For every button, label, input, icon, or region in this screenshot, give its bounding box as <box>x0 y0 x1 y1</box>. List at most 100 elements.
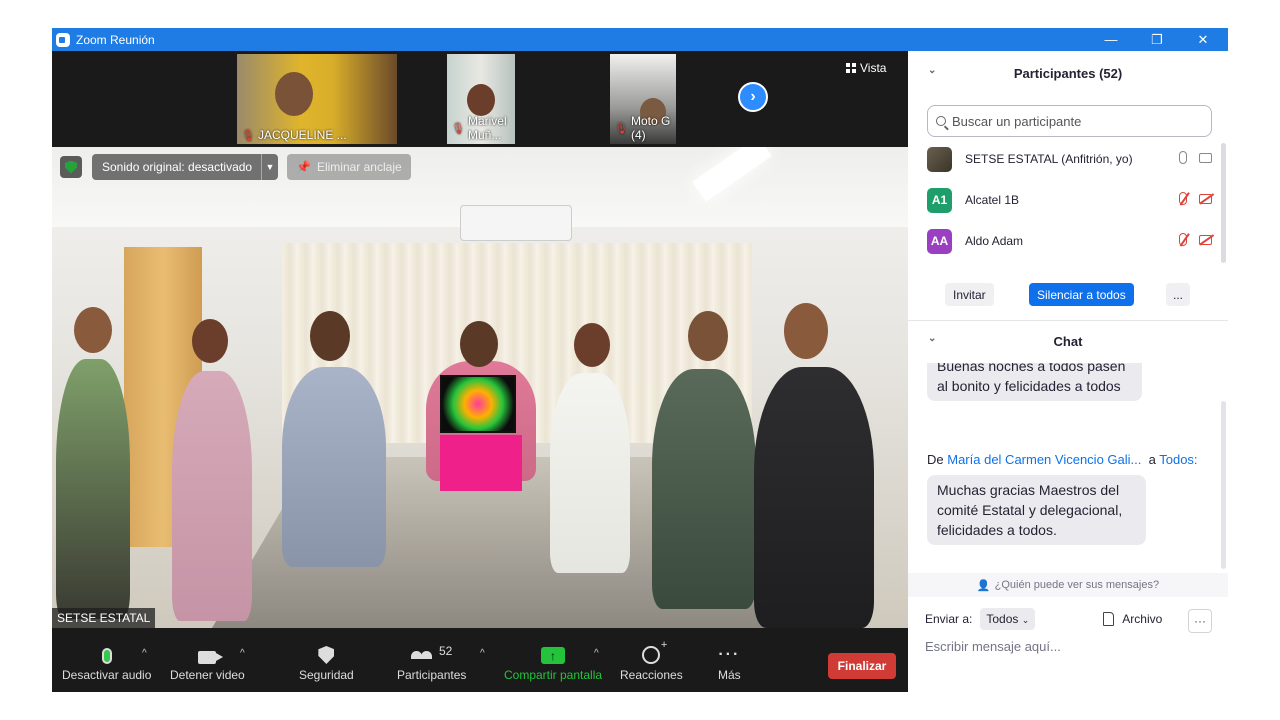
chat-message-input[interactable]: Escribir mensaje aquí... <box>925 639 1205 654</box>
microphone-icon[interactable] <box>1179 151 1187 164</box>
chat-header: ⌄ Chat <box>908 321 1228 361</box>
thumbnail-video[interactable]: 🎙 JACQUELINE ... <box>237 54 397 144</box>
participant-name: Aldo Adam <box>965 234 1024 248</box>
muted-mic-icon: 🎙 <box>241 129 255 142</box>
file-icon <box>1103 612 1115 626</box>
person-head <box>192 319 228 363</box>
recipient-dropdown[interactable]: Todos ⌄ <box>980 608 1036 630</box>
chat-messages: Buenas noches a todos pasen al bonito y … <box>908 363 1228 571</box>
thumbnail-name: 🎙 Moto G (4) <box>614 114 671 142</box>
send-to-label: Enviar a: <box>925 612 973 626</box>
next-page-arrow-icon[interactable]: › <box>738 82 768 112</box>
mute-audio-button[interactable]: Desactivar audio <box>62 638 151 682</box>
chat-more-button[interactable]: ··· <box>1188 609 1212 633</box>
video-area: 🎙 JACQUELINE ... 🎙 Marivel Muñ... 🎙 Moto G … <box>52 51 908 628</box>
restore-button[interactable]: ❐ <box>1134 28 1180 51</box>
person <box>282 367 386 567</box>
gift-bag <box>440 435 522 491</box>
view-button[interactable]: Vista <box>846 61 886 75</box>
microphone-icon <box>101 648 112 664</box>
person <box>56 359 130 619</box>
search-icon <box>936 116 946 126</box>
chat-title: Chat <box>1053 333 1083 349</box>
mute-all-button[interactable]: Silenciar a todos <box>1029 283 1134 306</box>
zoom-logo-icon <box>56 32 70 47</box>
camera-icon <box>198 651 224 664</box>
collapse-chevron-icon[interactable]: ⌄ <box>928 65 936 76</box>
chat-message: Buenas noches a todos pasen al bonito y … <box>927 363 1142 401</box>
person-head <box>688 311 728 361</box>
reactions-button[interactable]: Reacciones <box>620 638 683 682</box>
participants-button[interactable]: 52 Participantes <box>397 638 466 682</box>
participant-avatar: A1 <box>927 187 952 213</box>
participant-avatar: AA <box>927 228 952 254</box>
participant-row[interactable]: A1 Alcatel 1B <box>927 185 1212 215</box>
camera-icon[interactable] <box>1199 153 1212 163</box>
invite-button[interactable]: Invitar <box>945 283 994 306</box>
participant-avatar <box>927 146 952 172</box>
video-options-chevron-icon[interactable]: ^ <box>240 648 245 659</box>
minimize-button[interactable]: — <box>1088 28 1134 51</box>
person <box>754 367 874 628</box>
message-visibility-link[interactable]: 👤 ¿Quién puede ver sus mensajes? <box>908 573 1228 597</box>
participants-scrollbar[interactable] <box>1221 143 1226 263</box>
person <box>172 371 252 621</box>
security-button[interactable]: Seguridad <box>299 638 354 682</box>
share-screen-icon: ↑ <box>541 647 566 664</box>
collapse-chevron-icon[interactable]: ⌄ <box>928 333 936 344</box>
chat-scrollbar[interactable] <box>1221 401 1226 569</box>
close-button[interactable]: ✕ <box>1180 28 1226 51</box>
video-off-icon[interactable] <box>1199 235 1212 245</box>
unpin-button[interactable]: 📌 Eliminar anclaje <box>287 154 411 180</box>
participant-face <box>467 84 495 116</box>
participant-name: SETSE ESTATAL (Anfitrión, yo) <box>965 152 1133 166</box>
title-bar: Zoom Reunión — ❐ ✕ <box>52 28 1228 51</box>
person <box>652 369 756 609</box>
thumbnail-video[interactable]: 🎙 Marivel Muñ... <box>447 54 515 144</box>
sender-name-link[interactable]: María del Carmen Vicencio Gali... <box>947 452 1141 467</box>
thumbnail-name: 🎙 JACQUELINE ... <box>241 128 347 142</box>
chevron-down-icon: ⌄ <box>1021 615 1030 625</box>
more-button[interactable]: ··· Más <box>718 638 741 682</box>
participant-row[interactable]: SETSE ESTATAL (Anfitrión, yo) <box>927 144 1212 174</box>
send-to-row: Enviar a: Todos ⌄ Archivo <box>925 607 1215 631</box>
window-title: Zoom Reunión <box>76 32 155 47</box>
thumbnail-strip: 🎙 JACQUELINE ... 🎙 Marivel Muñ... 🎙 Moto G … <box>52 51 908 147</box>
participants-options-chevron-icon[interactable]: ^ <box>480 648 485 659</box>
audio-options-chevron-icon[interactable]: ^ <box>142 648 147 659</box>
more-dots-icon: ··· <box>718 646 741 663</box>
end-meeting-button[interactable]: Finalizar <box>828 653 896 679</box>
cat-painting <box>440 375 516 433</box>
participant-search-input[interactable] <box>952 113 1192 129</box>
muted-microphone-icon[interactable] <box>1179 233 1187 246</box>
muted-microphone-icon[interactable] <box>1179 192 1187 205</box>
file-button[interactable]: Archivo <box>1103 612 1162 626</box>
main-video[interactable]: Sonido original: desactivado ▼ 📌 Elimina… <box>52 147 908 628</box>
person-head <box>784 303 828 359</box>
participant-face <box>275 72 313 116</box>
air-conditioner <box>460 205 572 241</box>
recipient-link[interactable]: Todos: <box>1159 452 1197 467</box>
participant-name: Alcatel 1B <box>965 193 1020 207</box>
person-icon: 👤 <box>976 579 991 592</box>
stop-video-button[interactable]: Detener video <box>170 638 245 682</box>
person-head <box>310 311 350 361</box>
share-screen-button[interactable]: ↑ Compartir pantalla <box>504 638 602 682</box>
shield-icon <box>318 646 335 664</box>
video-off-icon[interactable] <box>1199 194 1212 204</box>
share-options-chevron-icon[interactable]: ^ <box>594 648 599 659</box>
chevron-down-icon[interactable]: ▼ <box>261 154 278 180</box>
participant-search[interactable] <box>927 105 1212 137</box>
thumbnail-video[interactable]: 🎙 Moto G (4) <box>610 54 676 144</box>
pin-icon: 📌 <box>296 160 311 174</box>
participants-title: Participantes (52) <box>1013 65 1123 81</box>
encryption-shield-icon[interactable] <box>60 156 82 178</box>
participants-count: 52 <box>439 644 453 658</box>
participant-row[interactable]: AA Aldo Adam <box>927 226 1212 256</box>
original-sound-toggle[interactable]: Sonido original: desactivado <box>92 154 263 180</box>
person-head <box>574 323 610 367</box>
participants-more-button[interactable]: ... <box>1166 283 1190 306</box>
participants-icon <box>411 643 433 659</box>
muted-mic-icon: 🎙 <box>451 122 465 135</box>
muted-mic-icon: 🎙 <box>614 122 628 135</box>
